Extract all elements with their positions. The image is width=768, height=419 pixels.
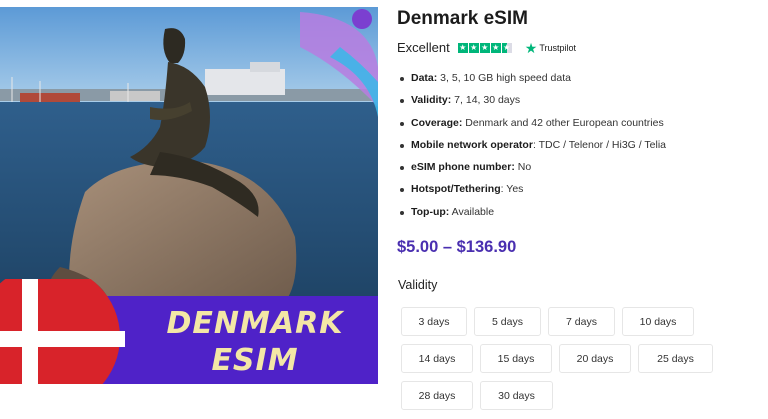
rating-label: Excellent: [397, 40, 450, 55]
validity-label: Validity: [398, 278, 438, 292]
trustpilot-rating[interactable]: Excellent ★ ★ ★ ★ ★ ★ Trustpilot: [397, 40, 576, 55]
validity-option-30-days[interactable]: 30 days: [480, 381, 553, 410]
validity-option-7-days[interactable]: 7 days: [548, 307, 615, 336]
half-star-icon: ★: [501, 42, 512, 53]
feature-item: Hotspot/Tethering: Yes: [397, 178, 666, 200]
validity-option-3-days[interactable]: 3 days: [401, 307, 467, 336]
feature-item: Mobile network operator: TDC / Telenor /…: [397, 134, 666, 156]
feature-item: eSIM phone number: No: [397, 156, 666, 178]
validity-option-14-days[interactable]: 14 days: [401, 344, 473, 373]
star-icon: ★: [468, 42, 479, 53]
star-icon: ★: [457, 42, 468, 53]
feature-list: Data: 3, 5, 10 GB high speed data Validi…: [397, 67, 666, 223]
trustpilot-label: Trustpilot: [539, 42, 576, 53]
banner-title-line1: DENMARK: [166, 306, 344, 341]
validity-option-28-days[interactable]: 28 days: [401, 381, 473, 410]
feature-item: Top-up: Available: [397, 201, 666, 223]
trustpilot-star-icon: ★: [524, 39, 538, 56]
feature-item: Data: 3, 5, 10 GB high speed data: [397, 67, 666, 89]
trustpilot-logo: ★ Trustpilot: [525, 41, 576, 55]
banner-title-line2: ESIM: [211, 343, 299, 378]
star-icon: ★: [490, 42, 501, 53]
validity-option-25-days[interactable]: 25 days: [638, 344, 713, 373]
product-title: Denmark eSIM: [397, 8, 528, 29]
feature-item: Coverage: Denmark and 42 other European …: [397, 112, 666, 134]
rating-stars: ★ ★ ★ ★ ★: [457, 42, 513, 53]
star-icon: ★: [479, 42, 490, 53]
validity-option-10-days[interactable]: 10 days: [622, 307, 694, 336]
validity-option-5-days[interactable]: 5 days: [474, 307, 541, 336]
validity-option-20-days[interactable]: 20 days: [559, 344, 631, 373]
price-range: $5.00 – $136.90: [397, 238, 517, 256]
validity-option-15-days[interactable]: 15 days: [480, 344, 552, 373]
feature-item: Validity: 7, 14, 30 days: [397, 89, 666, 111]
product-hero-image: DENMARK ESIM: [0, 7, 378, 384]
